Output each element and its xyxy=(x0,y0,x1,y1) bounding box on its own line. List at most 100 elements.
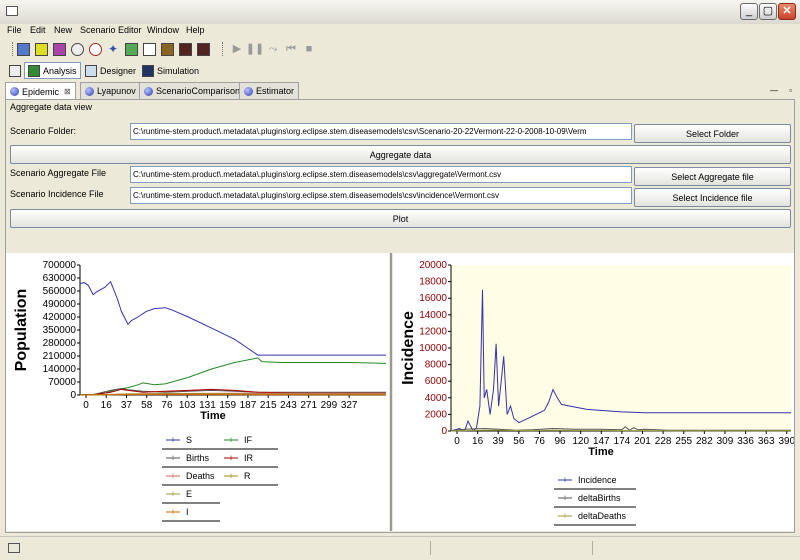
reset-icon[interactable]: ⏮ xyxy=(284,42,298,56)
view-minimize-icon[interactable]: — xyxy=(770,86,778,95)
new-population-icon[interactable] xyxy=(160,42,174,56)
x-axis-label: Time xyxy=(200,410,225,422)
designer-icon xyxy=(85,64,97,77)
new-model-icon[interactable] xyxy=(34,42,48,56)
menu-file[interactable]: File xyxy=(7,25,22,35)
legend-marker: + xyxy=(228,453,233,463)
status-divider xyxy=(430,541,431,555)
y-tick-label: 630000 xyxy=(43,273,77,284)
tab-lyapunov[interactable]: Lyapunov xyxy=(80,82,141,99)
scenariocomparison-tab-icon xyxy=(144,86,153,96)
x-tick-label: 39 xyxy=(493,436,505,447)
view-title: Aggregate data view xyxy=(10,102,93,112)
legend-label: IR xyxy=(244,453,254,463)
aggregate-file-label: Scenario Aggregate File xyxy=(10,168,107,178)
x-axis-label: Time xyxy=(588,446,613,458)
tab-scenariocomparison[interactable]: ScenarioComparison xyxy=(139,82,246,99)
legend-label: E xyxy=(186,489,192,499)
menu-edit[interactable]: Edit xyxy=(30,25,46,35)
x-tick-label: 16 xyxy=(101,400,113,411)
y-tick-label: 20000 xyxy=(419,260,447,271)
tab-epidemic[interactable]: Epidemic ⊠ xyxy=(5,82,76,100)
pause-icon[interactable]: ❚❚ xyxy=(246,42,264,56)
app-icon xyxy=(6,6,18,16)
menu-window[interactable]: Window xyxy=(147,25,179,35)
y-tick-label: 140000 xyxy=(43,364,77,375)
y-tick-label: 8000 xyxy=(425,360,448,371)
menu-new[interactable]: New xyxy=(54,25,72,35)
plot-button[interactable]: Plot xyxy=(10,209,791,228)
new-predicate-icon[interactable] xyxy=(142,42,156,56)
x-tick-label: 96 xyxy=(555,436,567,447)
y-tick-label: 12000 xyxy=(419,326,447,337)
incidence-chart: 2000018000160001400012000100008000600040… xyxy=(400,260,796,526)
stop-icon[interactable]: ■ xyxy=(302,42,316,56)
lyapunov-tab-icon xyxy=(85,86,94,96)
legend-marker: + xyxy=(170,471,175,481)
new-trigger-icon[interactable]: ✦ xyxy=(106,42,120,56)
select-aggregate-file-button[interactable]: Select Aggregate file xyxy=(634,167,791,186)
new-graph-icon[interactable] xyxy=(52,42,66,56)
legend-marker: + xyxy=(562,493,567,503)
scenario-folder-field[interactable]: C:\runtime-stem.product\.metadata\.plugi… xyxy=(130,123,632,140)
x-tick-label: 271 xyxy=(300,400,317,411)
x-tick-label: 58 xyxy=(141,400,153,411)
new-decorator-icon[interactable] xyxy=(196,42,210,56)
x-tick-label: 120 xyxy=(572,436,589,447)
minimize-button[interactable]: _ xyxy=(740,3,758,20)
maximize-button[interactable]: ▢ xyxy=(759,3,777,20)
perspective-analysis[interactable]: Analysis xyxy=(24,62,81,79)
tab-lyapunov-label: Lyapunov xyxy=(97,86,136,96)
y-tick-label: 2000 xyxy=(425,409,448,420)
legend-marker: + xyxy=(562,475,567,485)
y-tick-label: 18000 xyxy=(419,277,447,288)
perspective-simulation[interactable]: Simulation xyxy=(139,62,202,79)
fast-view-icon[interactable] xyxy=(8,543,20,553)
tab-epidemic-label: Epidemic xyxy=(22,86,60,97)
perspective-designer[interactable]: Designer xyxy=(82,62,139,79)
legend-label: Births xyxy=(186,453,210,463)
x-tick-label: 0 xyxy=(454,436,460,447)
x-tick-label: 282 xyxy=(696,436,713,447)
select-folder-button[interactable]: Select Folder xyxy=(634,124,791,143)
new-map-icon[interactable] xyxy=(124,42,138,56)
perspective-designer-label: Designer xyxy=(100,65,137,76)
new-transformer-icon[interactable] xyxy=(178,42,192,56)
run-icon[interactable]: ▶ xyxy=(230,42,244,56)
status-divider xyxy=(592,541,593,555)
population-chart-panel: 700000 630000 560000 490000 420000 350000 2800… xyxy=(6,253,389,531)
open-perspective-icon[interactable] xyxy=(6,62,24,79)
y-tick-label: 6000 xyxy=(425,376,448,387)
estimator-tab-icon xyxy=(244,86,253,96)
incidence-file-field[interactable]: C:\runtime-stem.product\.metadata\.plugi… xyxy=(130,187,632,204)
scenario-folder-label: Scenario Folder: xyxy=(10,126,77,136)
series-line-s xyxy=(79,280,386,356)
x-tick-label: 390 xyxy=(778,436,794,447)
legend-label: deltaBirths xyxy=(578,493,621,503)
new-scenario-icon[interactable] xyxy=(16,42,30,56)
select-incidence-file-button[interactable]: Select Incidence file xyxy=(634,188,791,207)
aggregate-data-button[interactable]: Aggregate data xyxy=(10,145,791,164)
tab-estimator[interactable]: Estimator xyxy=(239,82,300,99)
legend-marker: + xyxy=(170,507,175,517)
y-tick-label: 420000 xyxy=(43,312,77,323)
y-tick-label: 10000 xyxy=(419,343,447,354)
view-maximize-icon[interactable]: ▫ xyxy=(789,86,792,95)
menu-scenario-editor[interactable]: Scenario Editor xyxy=(80,25,142,35)
menu-help[interactable]: Help xyxy=(186,25,205,35)
step-icon[interactable]: ⤳ xyxy=(266,42,280,56)
legend-label: I xyxy=(186,507,189,517)
new-disease-icon[interactable] xyxy=(70,42,84,56)
aggregate-file-field[interactable]: C:\runtime-stem.product\.metadata\.plugi… xyxy=(130,166,632,183)
series-line-i xyxy=(79,393,386,396)
close-button[interactable]: ✕ xyxy=(778,3,796,20)
legend-marker: + xyxy=(170,435,175,445)
x-tick-label: 215 xyxy=(260,400,277,411)
analysis-icon xyxy=(28,64,40,77)
legend-marker: + xyxy=(170,489,175,499)
incidence-chart-panel: 20000 18000 16000 14000 12000 10000 8000 6000 40… xyxy=(393,253,796,531)
x-tick-label: 174 xyxy=(614,436,631,447)
tab-close-icon[interactable]: ⊠ xyxy=(64,87,71,96)
new-sequencer-icon[interactable] xyxy=(88,42,102,56)
y-tick-label: 560000 xyxy=(43,286,77,297)
